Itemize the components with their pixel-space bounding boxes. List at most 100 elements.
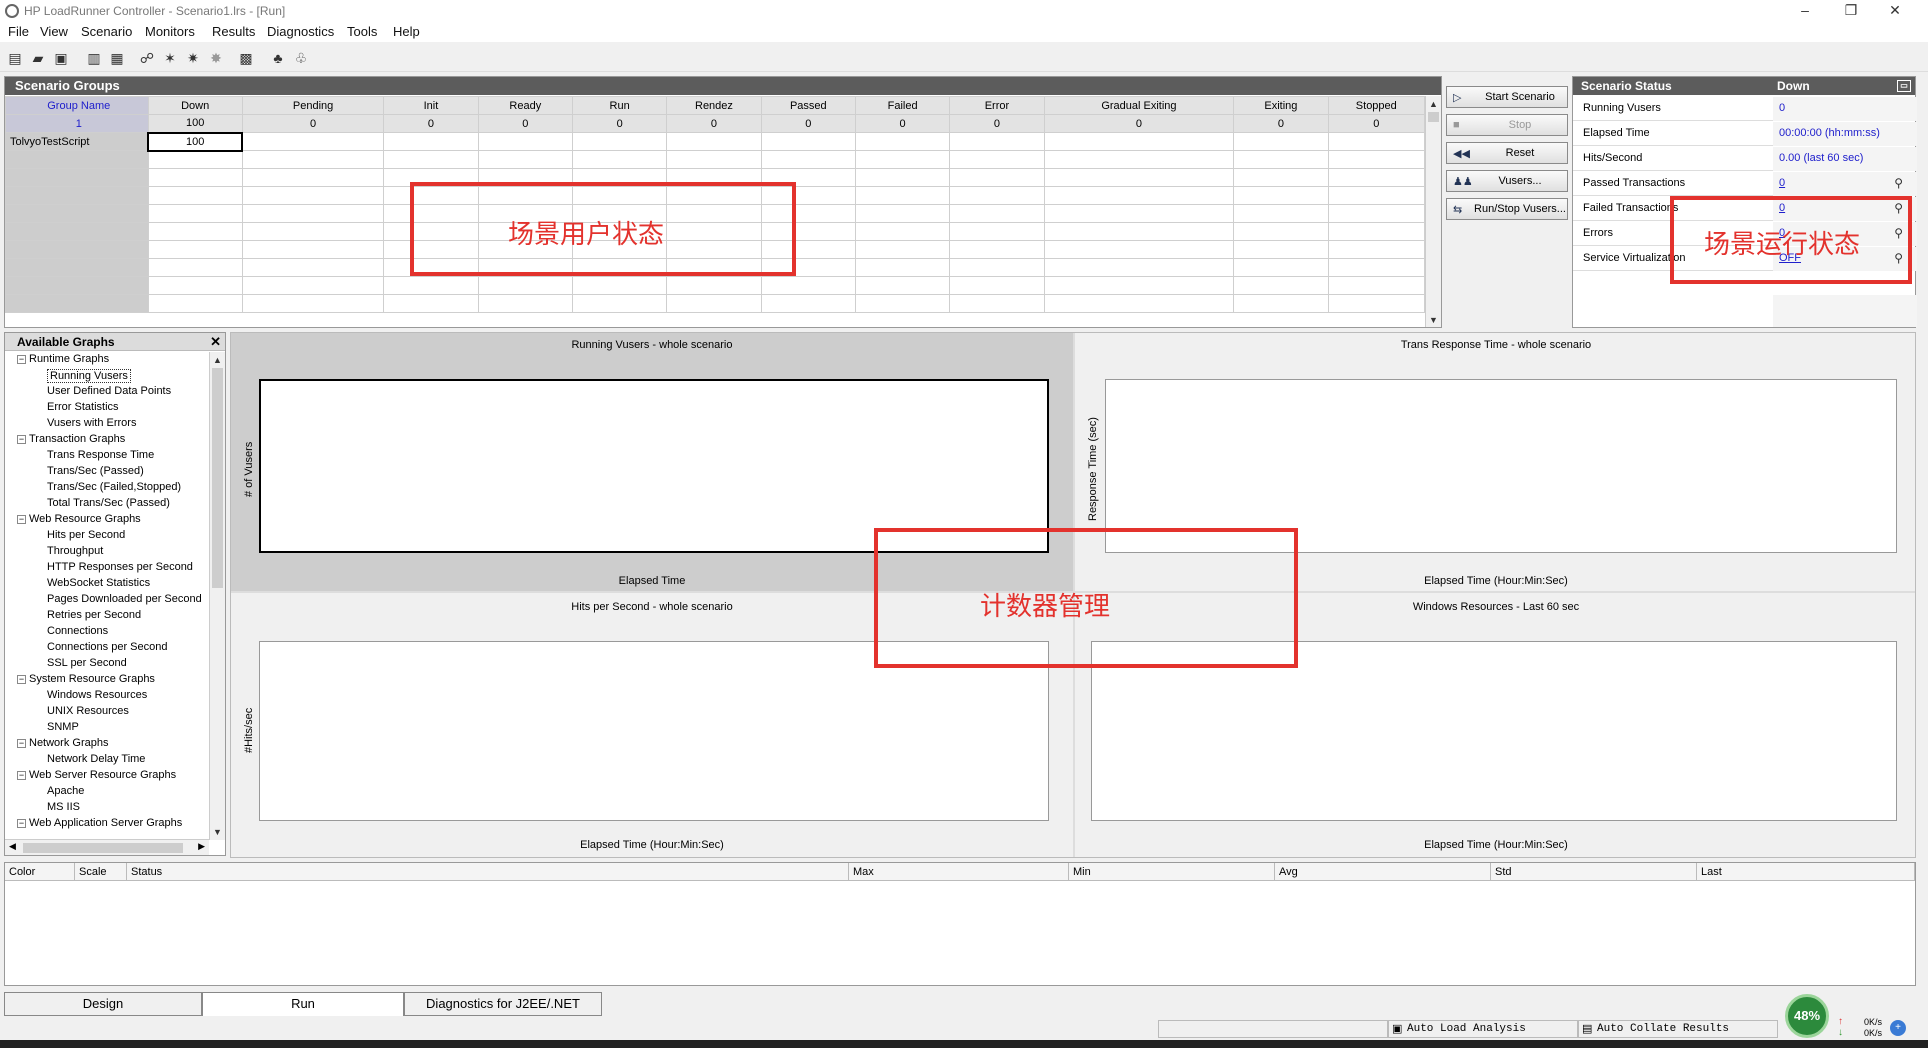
- reset-button[interactable]: ◀◀ Reset: [1446, 142, 1568, 164]
- empty-row-cell[interactable]: [1043, 150, 1235, 169]
- analysis-icon[interactable]: ▩: [236, 48, 256, 68]
- collapse-icon[interactable]: −: [17, 771, 26, 780]
- group-row-cell[interactable]: 100: [146, 131, 244, 152]
- empty-row-cell[interactable]: [147, 240, 243, 259]
- empty-row-cell[interactable]: [854, 204, 951, 223]
- empty-row-cell[interactable]: [1233, 276, 1329, 295]
- empty-row-cell[interactable]: [241, 240, 385, 259]
- group-row-cell[interactable]: [1233, 132, 1329, 151]
- maximize-button[interactable]: ❐: [1828, 0, 1874, 22]
- legend-col-avg[interactable]: Avg: [1275, 863, 1491, 881]
- menu-help[interactable]: Help: [393, 24, 420, 39]
- legend-col-status[interactable]: Status: [127, 863, 849, 881]
- group-row-cell[interactable]: [1043, 132, 1235, 151]
- grid-header-row-cell[interactable]: Stopped: [1327, 96, 1425, 115]
- empty-row-cell[interactable]: [949, 294, 1045, 313]
- empty-row-cell[interactable]: [1043, 222, 1235, 241]
- scroll-right-icon[interactable]: ▶: [198, 841, 205, 852]
- tree-item[interactable]: Network Delay Time: [47, 753, 145, 765]
- tree-item[interactable]: MS IIS: [47, 801, 80, 813]
- design-icon[interactable]: ▥: [84, 48, 104, 68]
- empty-row-cell[interactable]: [147, 186, 243, 205]
- empty-row-cell[interactable]: [5, 276, 149, 295]
- empty-row-cell[interactable]: [1043, 204, 1235, 223]
- empty-row-cell[interactable]: [1233, 204, 1329, 223]
- collapse-icon[interactable]: −: [17, 435, 26, 444]
- group-row-cell[interactable]: [1327, 132, 1425, 151]
- tree-item[interactable]: Trans/Sec (Passed): [47, 465, 144, 477]
- menu-view[interactable]: View: [40, 24, 68, 39]
- tree-item[interactable]: Vusers with Errors: [47, 417, 136, 429]
- magnifier-icon[interactable]: ⚲: [1894, 176, 1903, 190]
- empty-row-cell[interactable]: [1327, 258, 1425, 277]
- empty-row-cell[interactable]: [854, 276, 951, 295]
- save-icon[interactable]: ▣: [51, 48, 71, 68]
- start-scenario-button[interactable]: ▷ Start Scenario: [1446, 86, 1568, 108]
- empty-row-cell[interactable]: [147, 204, 243, 223]
- empty-row-cell[interactable]: [5, 240, 149, 259]
- auto-collate-results[interactable]: ▤ Auto Collate Results: [1578, 1020, 1778, 1038]
- open-icon[interactable]: ▰: [28, 48, 48, 68]
- run-icon[interactable]: ▦: [107, 48, 127, 68]
- grid-header-row-cell[interactable]: Init: [383, 96, 479, 115]
- grid-totals-row-cell[interactable]: 0: [854, 114, 951, 133]
- grid-totals-row-cell[interactable]: 0: [241, 114, 385, 133]
- grid-header-row[interactable]: Group Name Down Pending Init Ready Run Rendez P…: [5, 96, 1425, 115]
- empty-row-cell[interactable]: [5, 222, 149, 241]
- empty-row-cell[interactable]: [1043, 240, 1235, 259]
- group-row-cell[interactable]: [241, 132, 385, 151]
- gradual-icon[interactable]: ✷: [183, 48, 203, 68]
- empty-row-cell[interactable]: [949, 222, 1045, 241]
- network-badge-icon[interactable]: +: [1890, 1020, 1906, 1036]
- status-value[interactable]: 0: [1779, 177, 1785, 189]
- group-row-cell[interactable]: [666, 132, 762, 151]
- empty-row-cell[interactable]: [477, 150, 573, 169]
- new-icon[interactable]: ▤: [5, 48, 25, 68]
- empty-row-cell[interactable]: [1233, 294, 1329, 313]
- grid-totals-row-cell[interactable]: 0: [1043, 114, 1235, 133]
- tree-category[interactable]: − Runtime Graphs: [17, 353, 109, 365]
- menu-monitors[interactable]: Monitors: [145, 24, 195, 39]
- tree-item[interactable]: Hits per Second: [47, 529, 125, 541]
- empty-row-cell[interactable]: [666, 276, 762, 295]
- empty-row-cell[interactable]: [241, 258, 385, 277]
- tree-item[interactable]: Connections: [47, 625, 108, 637]
- empty-row-cell[interactable]: [5, 168, 149, 187]
- menu-file[interactable]: File: [8, 24, 29, 39]
- empty-row-cell[interactable]: [5, 204, 149, 223]
- empty-row-cell[interactable]: [241, 186, 385, 205]
- run-stop-vusers-button[interactable]: ⇆ Run/Stop Vusers...: [1446, 198, 1568, 220]
- empty-row-cell[interactable]: [383, 294, 479, 313]
- stop-button[interactable]: ■ Stop: [1446, 114, 1568, 136]
- empty-row-cell[interactable]: [241, 294, 385, 313]
- empty-row-cell[interactable]: [383, 276, 479, 295]
- tree-item[interactable]: Connections per Second: [47, 641, 167, 653]
- tree-category[interactable]: − Web Application Server Graphs: [17, 817, 182, 829]
- tree-item[interactable]: Trans Response Time: [47, 449, 154, 461]
- vusers-button[interactable]: ♟♟ Vusers...: [1446, 170, 1568, 192]
- empty-row-cell[interactable]: [1233, 240, 1329, 259]
- legend-col-color[interactable]: Color: [5, 863, 75, 881]
- empty-row-cell[interactable]: [1043, 186, 1235, 205]
- network-monitor[interactable]: 48%: [1785, 994, 1829, 1038]
- empty-row-cell[interactable]: [147, 168, 243, 187]
- scroll-down-icon[interactable]: ▼: [210, 824, 225, 840]
- tree-item[interactable]: Retries per Second: [47, 609, 141, 621]
- menu-diagnostics[interactable]: Diagnostics: [267, 24, 334, 39]
- empty-row-cell[interactable]: [477, 276, 573, 295]
- group-row-cell[interactable]: [383, 132, 479, 151]
- collapse-icon[interactable]: −: [17, 819, 26, 828]
- scenario-groups-scrollbar[interactable]: ▲ ▼: [1425, 96, 1441, 327]
- grid-header-row-cell[interactable]: Down: [147, 96, 243, 115]
- empty-row-cell[interactable]: [241, 276, 385, 295]
- grid-totals-row-cell[interactable]: 0: [1327, 114, 1425, 133]
- scroll-left-icon[interactable]: ◀: [9, 841, 16, 852]
- empty-row-cell[interactable]: [147, 150, 243, 169]
- tree-item[interactable]: Apache: [47, 785, 84, 797]
- empty-row-cell[interactable]: [1327, 276, 1425, 295]
- tree-item[interactable]: Error Statistics: [47, 401, 119, 413]
- grid-header-row-cell[interactable]: Run: [571, 96, 668, 115]
- collapse-icon[interactable]: −: [17, 515, 26, 524]
- empty-row-cell[interactable]: [949, 204, 1045, 223]
- scroll-down-icon[interactable]: ▼: [1426, 312, 1441, 327]
